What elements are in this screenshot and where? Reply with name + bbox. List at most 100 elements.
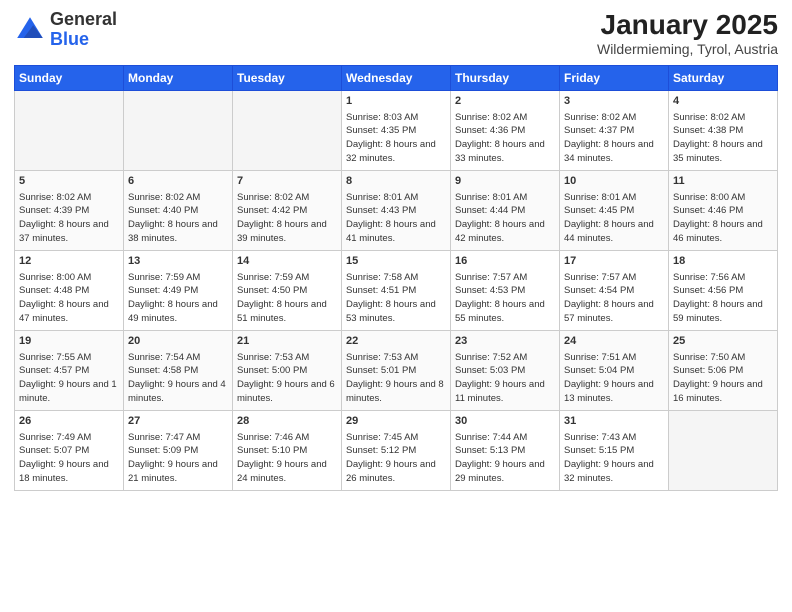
calendar-cell: 25Sunrise: 7:50 AMSunset: 5:06 PMDayligh…	[669, 330, 778, 410]
day-number: 10	[564, 174, 664, 189]
header-wednesday: Wednesday	[342, 65, 451, 90]
calendar-cell: 3 Sunrise: 8:02 AMSunset: 4:37 PMDaylight…	[560, 90, 669, 170]
day-number: 3	[564, 94, 664, 109]
calendar-cell: 4 Sunrise: 8:02 AMSunset: 4:38 PMDaylight…	[669, 90, 778, 170]
calendar-cell: 23 Sunrise: 7:52 AMSunset: 5:03 PMDayligh…	[451, 330, 560, 410]
calendar-cell: 2 Sunrise: 8:02 AMSunset: 4:36 PMDaylight…	[451, 90, 560, 170]
calendar-cell: 19 Sunrise: 7:55 AMSunset: 4:57 PMDayligh…	[15, 330, 124, 410]
day-info: Sunrise: 7:53 AMSunset: 5:01 PMDaylight:…	[346, 352, 444, 404]
day-number: 11	[673, 174, 773, 189]
day-number: 27	[128, 414, 228, 429]
day-info: Sunrise: 8:01 AMSunset: 4:45 PMDaylight:…	[564, 192, 654, 244]
day-number: 28	[237, 414, 337, 429]
calendar-cell: 12Sunrise: 8:00 AMSunset: 4:48 PMDayligh…	[15, 250, 124, 330]
calendar-cell	[124, 90, 233, 170]
calendar-cell: 1 Sunrise: 8:03 AMSunset: 4:35 PMDaylight…	[342, 90, 451, 170]
logo-text: General Blue	[50, 10, 117, 50]
day-info: Sunrise: 7:43 AMSunset: 5:15 PMDaylight:…	[564, 432, 654, 484]
day-number: 1	[346, 94, 446, 109]
day-info: Sunrise: 8:02 AMSunset: 4:37 PMDaylight:…	[564, 112, 654, 164]
day-info: Sunrise: 8:02 AMSunset: 4:38 PMDaylight:…	[673, 112, 763, 164]
calendar-cell: 24 Sunrise: 7:51 AMSunset: 5:04 PMDayligh…	[560, 330, 669, 410]
calendar-cell	[669, 410, 778, 490]
calendar-cell: 27Sunrise: 7:47 AMSunset: 5:09 PMDayligh…	[124, 410, 233, 490]
day-number: 29	[346, 414, 446, 429]
calendar-week-5: 26 Sunrise: 7:49 AMSunset: 5:07 PMDayligh…	[15, 410, 778, 490]
month-title: January 2025	[597, 10, 778, 41]
day-info: Sunrise: 7:44 AMSunset: 5:13 PMDaylight:…	[455, 432, 545, 484]
day-number: 18	[673, 254, 773, 269]
calendar-cell: 10 Sunrise: 8:01 AMSunset: 4:45 PMDayligh…	[560, 170, 669, 250]
day-number: 2	[455, 94, 555, 109]
day-info: Sunrise: 7:49 AMSunset: 5:07 PMDaylight:…	[19, 432, 109, 484]
day-info: Sunrise: 8:00 AMSunset: 4:48 PMDaylight:…	[19, 272, 109, 324]
day-number: 14	[237, 254, 337, 269]
day-number: 31	[564, 414, 664, 429]
title-block: January 2025 Wildermieming, Tyrol, Austr…	[597, 10, 778, 57]
day-number: 6	[128, 174, 228, 189]
calendar-cell: 20 Sunrise: 7:54 AMSunset: 4:58 PMDayligh…	[124, 330, 233, 410]
calendar: Sunday Monday Tuesday Wednesday Thursday…	[14, 65, 778, 491]
header-saturday: Saturday	[669, 65, 778, 90]
day-info: Sunrise: 7:59 AMSunset: 4:50 PMDaylight:…	[237, 272, 327, 324]
page-header: General Blue January 2025 Wildermieming,…	[14, 10, 778, 57]
day-info: Sunrise: 7:55 AMSunset: 4:57 PMDaylight:…	[19, 352, 117, 404]
day-info: Sunrise: 7:59 AMSunset: 4:49 PMDaylight:…	[128, 272, 218, 324]
day-info: Sunrise: 7:52 AMSunset: 5:03 PMDaylight:…	[455, 352, 545, 404]
header-tuesday: Tuesday	[233, 65, 342, 90]
calendar-cell: 26 Sunrise: 7:49 AMSunset: 5:07 PMDayligh…	[15, 410, 124, 490]
day-number: 23	[455, 334, 555, 349]
calendar-cell: 14 Sunrise: 7:59 AMSunset: 4:50 PMDayligh…	[233, 250, 342, 330]
calendar-cell: 31 Sunrise: 7:43 AMSunset: 5:15 PMDayligh…	[560, 410, 669, 490]
day-info: Sunrise: 8:01 AMSunset: 4:44 PMDaylight:…	[455, 192, 545, 244]
logo: General Blue	[14, 10, 117, 50]
calendar-cell: 6Sunrise: 8:02 AMSunset: 4:40 PMDaylight…	[124, 170, 233, 250]
day-number: 4	[673, 94, 773, 109]
day-number: 7	[237, 174, 337, 189]
calendar-cell: 29 Sunrise: 7:45 AMSunset: 5:12 PMDayligh…	[342, 410, 451, 490]
calendar-cell: 21Sunrise: 7:53 AMSunset: 5:00 PMDayligh…	[233, 330, 342, 410]
day-info: Sunrise: 7:50 AMSunset: 5:06 PMDaylight:…	[673, 352, 763, 404]
day-number: 21	[237, 334, 337, 349]
calendar-week-4: 19 Sunrise: 7:55 AMSunset: 4:57 PMDayligh…	[15, 330, 778, 410]
day-number: 22	[346, 334, 446, 349]
calendar-cell: 9 Sunrise: 8:01 AMSunset: 4:44 PMDaylight…	[451, 170, 560, 250]
calendar-cell: 15 Sunrise: 7:58 AMSunset: 4:51 PMDayligh…	[342, 250, 451, 330]
day-info: Sunrise: 7:54 AMSunset: 4:58 PMDaylight:…	[128, 352, 226, 404]
day-number: 30	[455, 414, 555, 429]
day-info: Sunrise: 7:51 AMSunset: 5:04 PMDaylight:…	[564, 352, 654, 404]
day-info: Sunrise: 8:02 AMSunset: 4:42 PMDaylight:…	[237, 192, 327, 244]
calendar-cell	[15, 90, 124, 170]
calendar-cell: 7 Sunrise: 8:02 AMSunset: 4:42 PMDaylight…	[233, 170, 342, 250]
calendar-cell: 8Sunrise: 8:01 AMSunset: 4:43 PMDaylight…	[342, 170, 451, 250]
calendar-week-1: 1 Sunrise: 8:03 AMSunset: 4:35 PMDaylight…	[15, 90, 778, 170]
day-info: Sunrise: 8:02 AMSunset: 4:36 PMDaylight:…	[455, 112, 545, 164]
day-number: 9	[455, 174, 555, 189]
calendar-cell	[233, 90, 342, 170]
calendar-cell: 18Sunrise: 7:56 AMSunset: 4:56 PMDayligh…	[669, 250, 778, 330]
day-number: 26	[19, 414, 119, 429]
day-number: 17	[564, 254, 664, 269]
weekday-header-row: Sunday Monday Tuesday Wednesday Thursday…	[15, 65, 778, 90]
calendar-cell: 28 Sunrise: 7:46 AMSunset: 5:10 PMDayligh…	[233, 410, 342, 490]
header-monday: Monday	[124, 65, 233, 90]
day-number: 15	[346, 254, 446, 269]
day-number: 24	[564, 334, 664, 349]
calendar-week-3: 12Sunrise: 8:00 AMSunset: 4:48 PMDayligh…	[15, 250, 778, 330]
calendar-week-2: 5Sunrise: 8:02 AMSunset: 4:39 PMDaylight…	[15, 170, 778, 250]
header-sunday: Sunday	[15, 65, 124, 90]
location: Wildermieming, Tyrol, Austria	[597, 41, 778, 57]
day-info: Sunrise: 7:57 AMSunset: 4:54 PMDaylight:…	[564, 272, 654, 324]
day-info: Sunrise: 7:45 AMSunset: 5:12 PMDaylight:…	[346, 432, 436, 484]
day-info: Sunrise: 7:46 AMSunset: 5:10 PMDaylight:…	[237, 432, 327, 484]
day-number: 19	[19, 334, 119, 349]
day-info: Sunrise: 8:03 AMSunset: 4:35 PMDaylight:…	[346, 112, 436, 164]
header-friday: Friday	[560, 65, 669, 90]
day-info: Sunrise: 8:01 AMSunset: 4:43 PMDaylight:…	[346, 192, 436, 244]
header-thursday: Thursday	[451, 65, 560, 90]
calendar-cell: 17 Sunrise: 7:57 AMSunset: 4:54 PMDayligh…	[560, 250, 669, 330]
day-number: 13	[128, 254, 228, 269]
day-number: 20	[128, 334, 228, 349]
day-info: Sunrise: 7:57 AMSunset: 4:53 PMDaylight:…	[455, 272, 545, 324]
day-info: Sunrise: 7:58 AMSunset: 4:51 PMDaylight:…	[346, 272, 436, 324]
